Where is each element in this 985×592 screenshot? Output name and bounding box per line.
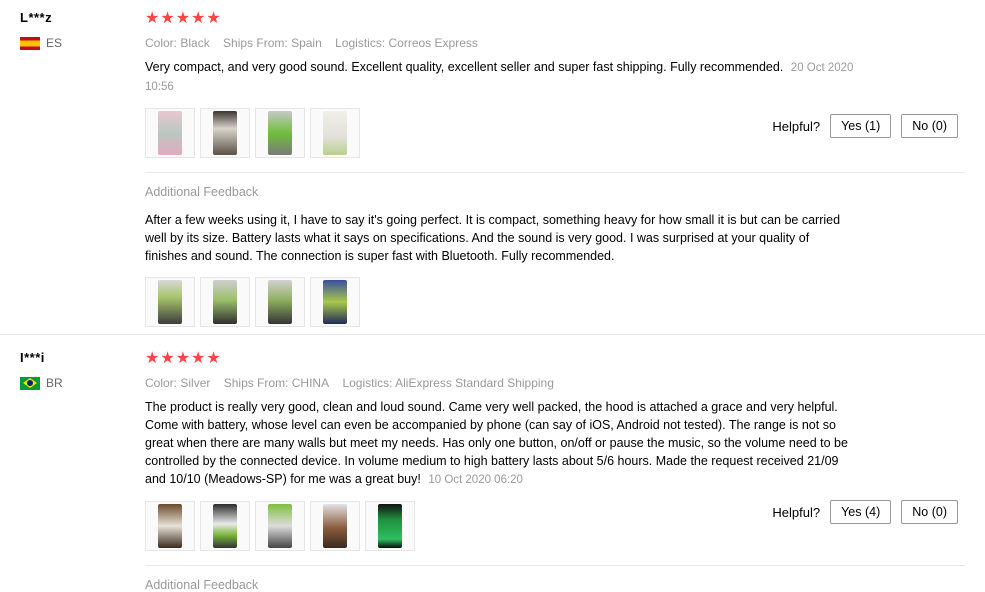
review-text-block: Very compact, and very good sound. Excel… (145, 58, 855, 96)
reviewer-country: ES (20, 36, 130, 50)
review-photo-thumbnail[interactable] (145, 501, 195, 551)
feedback-photo-thumbnail[interactable] (310, 277, 360, 327)
country-code: ES (46, 36, 63, 50)
additional-feedback-label: Additional Feedback (145, 185, 259, 199)
helpful-yes-button[interactable]: Yes (4) (830, 500, 892, 524)
helpful-label: Helpful? (772, 118, 821, 134)
review-text-block: The product is really very good, clean a… (145, 398, 855, 489)
additional-feedback-text: After a few weeks using it, I have to sa… (145, 213, 841, 263)
color-value: Black (180, 36, 210, 50)
review-text: Very compact, and very good sound. Excel… (145, 60, 784, 74)
review-photo-thumbnail[interactable] (145, 108, 195, 158)
reviewer-name: L***z (20, 10, 53, 25)
helpful-no-button[interactable]: No (0) (901, 500, 958, 524)
review-photo-thumbnail[interactable] (365, 501, 415, 551)
reviewer-country: BR (20, 376, 130, 390)
review-card: L***z ES ★★★★★ Color: Black Ships From: … (0, 0, 985, 334)
review-photo-thumbnail[interactable] (255, 108, 305, 158)
feedback-photo-thumbnail[interactable] (200, 277, 250, 327)
star-rating: ★★★★★ (145, 10, 222, 27)
ships-from-label: Ships From: (223, 36, 288, 50)
review-photo-thumbnail[interactable] (200, 108, 250, 158)
reviewer-info: I***i BR (20, 350, 130, 390)
review-photo-thumbnail[interactable] (255, 501, 305, 551)
ships-from-value: CHINA (291, 376, 330, 390)
logistics-label: Logistics: (335, 36, 386, 50)
helpful-vote: Helpful? Yes (4) No (0) (772, 500, 958, 524)
spain-flag-icon (20, 36, 40, 50)
star-rating: ★★★★★ (145, 350, 222, 367)
country-code: BR (46, 376, 63, 390)
brazil-flag-icon (20, 376, 40, 390)
review-date: 10 Oct 2020 06:20 (428, 474, 523, 486)
ships-from-value: Spain (291, 36, 322, 50)
helpful-vote: Helpful? Yes (1) No (0) (772, 114, 958, 138)
review-photo-thumbnail[interactable] (310, 108, 360, 158)
additional-feedback-label: Additional Feedback (145, 578, 259, 592)
feedback-photo-thumbnail[interactable] (145, 277, 195, 327)
divider (145, 172, 965, 173)
logistics-value: AliExpress Standard Shipping (395, 376, 554, 390)
color-value: Silver (180, 376, 211, 390)
review-body: ★★★★★ Color: Black Ships From: Spain Log… (145, 10, 965, 327)
logistics-label: Logistics: (342, 376, 393, 390)
helpful-label: Helpful? (772, 504, 821, 520)
color-label: Color: (145, 36, 178, 50)
ships-from-label: Ships From: (223, 376, 289, 390)
logistics-value: Correos Express (388, 36, 478, 50)
divider (145, 565, 965, 566)
review-card: I***i BR ★★★★★ Color: Silver Ships From:… (0, 334, 985, 592)
review-body: ★★★★★ Color: Silver Ships From: CHINA Lo… (145, 350, 965, 592)
feedback-photo-thumbnail[interactable] (255, 277, 305, 327)
helpful-no-button[interactable]: No (0) (901, 114, 958, 138)
review-photo-thumbnail[interactable] (200, 501, 250, 551)
additional-feedback-photos (145, 277, 965, 327)
review-photo-thumbnail[interactable] (310, 501, 360, 551)
reviewer-name: I***i (20, 350, 45, 365)
order-info: Color: Silver Ships From: CHINA Logistic… (145, 376, 965, 390)
helpful-yes-button[interactable]: Yes (1) (830, 114, 892, 138)
color-label: Color: (145, 376, 178, 390)
order-info: Color: Black Ships From: Spain Logistics… (145, 36, 965, 50)
reviewer-info: L***z ES (20, 10, 130, 50)
